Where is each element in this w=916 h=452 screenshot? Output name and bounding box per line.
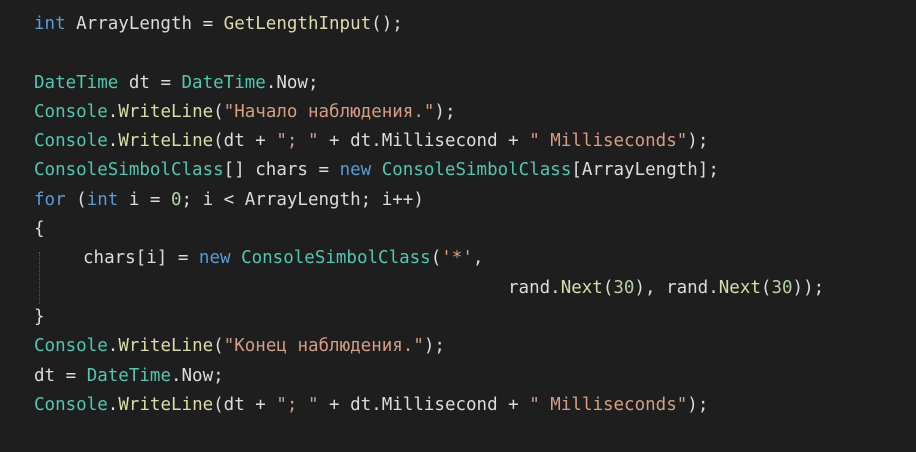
code-token: ( (760, 277, 772, 298)
code-token: [] chars = (223, 160, 340, 181)
code-text: Console.WriteLine(dt + "; " + dt.Millise… (34, 127, 708, 156)
code-token: ); (687, 394, 709, 415)
code-line: rand.Next(30), rand.Next(30)); (0, 274, 916, 303)
code-token: "Начало наблюдения." (223, 101, 435, 122)
code-token: . (107, 394, 119, 415)
code-token: Next (718, 277, 761, 298)
code-line: Console.WriteLine("Начало наблюдения."); (0, 98, 916, 127)
code-text: chars[i] = new ConsoleSimbolClass('*', (83, 244, 483, 273)
code-token: (); (371, 14, 403, 34)
code-token: "Конец наблюдения." (223, 336, 424, 357)
code-token: ( (430, 248, 442, 269)
code-text: DateTime dt = DateTime.Now; (34, 69, 319, 98)
code-token: { (34, 219, 45, 240)
code-token: dt = (118, 72, 182, 93)
code-token: " Milliseconds" (529, 394, 688, 415)
code-token: )); (792, 277, 825, 298)
code-token: dt = (34, 365, 87, 386)
code-token: new (198, 248, 231, 269)
code-token: . (107, 101, 119, 122)
code-token: Console (34, 101, 108, 122)
code-token: rand. (508, 277, 561, 298)
code-line: { (0, 215, 916, 244)
code-token: ConsoleSimbolClass (381, 160, 572, 181)
code-token: . (107, 336, 119, 357)
code-token: ConsoleSimbolClass (241, 248, 431, 269)
code-line: chars[i] = new ConsoleSimbolClass('*', (0, 244, 916, 273)
code-text: { (34, 215, 45, 244)
code-token: '*' (441, 248, 473, 269)
code-line: for (int i = 0; i < ArrayLength; i++) (0, 186, 916, 215)
code-token: ( (602, 277, 614, 298)
code-line: Console.WriteLine(dt + "; " + dt.Millise… (0, 391, 916, 420)
code-text: dt = DateTime.Now; (34, 362, 224, 391)
code-token: ( (65, 189, 87, 210)
code-token: ; i < ArrayLength; i++) (181, 189, 424, 210)
code-token: Console (34, 394, 108, 415)
code-token: ( (213, 336, 224, 357)
code-line: int ArrayLength = GetLengthInput(); (0, 10, 916, 39)
code-token: .Now; (265, 72, 319, 93)
code-text: ConsoleSimbolClass[] chars = new Console… (34, 156, 719, 185)
code-token: ); (434, 101, 456, 122)
code-token: + dt.Millisecond + (318, 131, 530, 152)
code-text: Console.WriteLine("Начало наблюдения."); (34, 98, 455, 127)
code-token: i = (118, 189, 171, 210)
code-token: "; " (276, 394, 319, 415)
code-token: WriteLine (118, 101, 214, 122)
code-line: dt = DateTime.Now; (0, 362, 916, 391)
code-token: ); (423, 336, 445, 357)
code-token: DateTime (34, 72, 119, 93)
code-token: . (107, 131, 119, 152)
code-text: for (int i = 0; i < ArrayLength; i++) (34, 186, 424, 215)
code-token: Console (34, 336, 108, 357)
code-token: WriteLine (118, 394, 214, 415)
code-text: rand.Next(30), rand.Next(30)); (508, 274, 824, 303)
code-token: new (339, 160, 372, 181)
code-token: " Milliseconds" (529, 131, 688, 152)
code-token: .Now; (170, 365, 224, 386)
code-token: ), rand. (634, 277, 719, 298)
code-token: GetLengthInput (223, 14, 372, 34)
code-token: WriteLine (118, 131, 214, 152)
code-token: int (34, 14, 66, 34)
code-text: Console.WriteLine("Конец наблюдения."); (34, 332, 445, 361)
code-token: 0 (170, 189, 182, 210)
code-token: chars[i] = (83, 248, 199, 269)
code-token: int (86, 189, 119, 210)
code-line: Console.WriteLine(dt + "; " + dt.Millise… (0, 127, 916, 156)
code-token: + dt.Millisecond + (318, 394, 530, 415)
code-token: 30 (771, 277, 793, 298)
code-lines: int ArrayLength = GetLengthInput(); DateT… (0, 10, 916, 420)
code-line: DateTime dt = DateTime.Now; (0, 69, 916, 98)
code-editor[interactable]: int ArrayLength = GetLengthInput(); DateT… (0, 0, 916, 452)
code-token: WriteLine (118, 336, 214, 357)
code-token: (dt + (213, 131, 277, 152)
code-token: Next (560, 277, 603, 298)
code-line: ConsoleSimbolClass[] chars = new Console… (0, 156, 916, 185)
code-token: (dt + (213, 394, 277, 415)
code-token: , (472, 248, 484, 269)
code-token: ConsoleSimbolClass (34, 160, 224, 181)
code-text: Console.WriteLine(dt + "; " + dt.Millise… (34, 391, 708, 420)
code-token: "; " (276, 131, 319, 152)
code-token: Console (34, 131, 108, 152)
code-line: Console.WriteLine("Конец наблюдения."); (0, 332, 916, 361)
code-line: } (0, 303, 916, 332)
code-token: ArrayLength = (65, 14, 224, 34)
code-text: int ArrayLength = GetLengthInput(); (34, 10, 403, 39)
code-token: DateTime (86, 365, 171, 386)
code-token: [ArrayLength]; (571, 160, 719, 181)
code-token: ( (213, 101, 224, 122)
code-token: } (34, 306, 45, 327)
code-token: ); (687, 131, 709, 152)
code-token: DateTime (181, 72, 266, 93)
code-token: 30 (613, 277, 635, 298)
code-text: } (34, 303, 45, 332)
code-token: for (34, 189, 66, 210)
